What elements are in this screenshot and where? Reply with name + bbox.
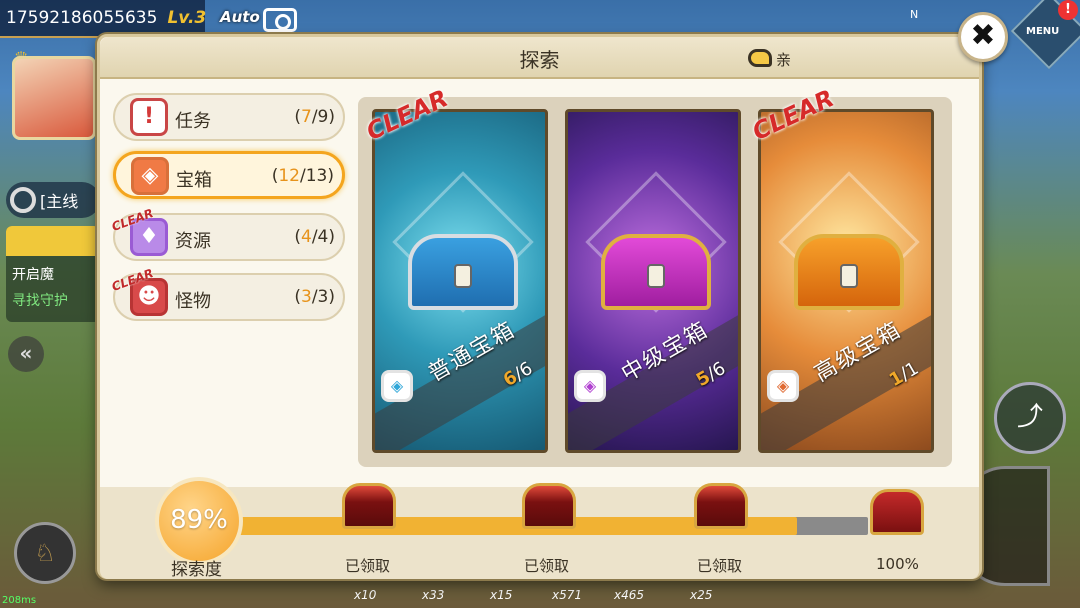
tab-count: (12/13) bbox=[271, 166, 334, 186]
cube-badge-icon: ◈ bbox=[767, 370, 799, 402]
cube-badge-icon: ◈ bbox=[381, 370, 413, 402]
closed-chest-icon bbox=[870, 489, 924, 535]
milestone-chest[interactable] bbox=[690, 483, 750, 545]
tab-done: 12 bbox=[278, 166, 300, 186]
hotbar: x10 x33 x15 x571 x465 x25 bbox=[330, 586, 850, 608]
milestone-label: 已领取 bbox=[345, 557, 391, 575]
purple-chest-icon bbox=[601, 234, 711, 310]
tab-count: (4/4) bbox=[294, 227, 335, 247]
ping-readout: 208ms bbox=[2, 595, 37, 606]
milestone-label: 100% bbox=[876, 555, 919, 573]
blue-chest-icon bbox=[408, 234, 518, 310]
progress-label: 探索度 bbox=[171, 560, 222, 580]
dialog-title: 探索 bbox=[519, 48, 560, 72]
quest-ring-icon bbox=[10, 187, 36, 213]
camera-icon[interactable] bbox=[263, 8, 297, 32]
milestone-label: 已领取 bbox=[524, 557, 570, 575]
progress-percent: 89% bbox=[155, 477, 243, 565]
tab-total: /4) bbox=[311, 227, 335, 247]
explore-dialog: 探索 亲 ! 任务 (7/9) ◈ 宝箱 (12/13) ♦ CLEAR 资源 … bbox=[97, 34, 982, 580]
milestone-chest[interactable] bbox=[866, 483, 926, 545]
chest-card-medium[interactable]: 中级宝箱 5/6 ◈ bbox=[565, 109, 741, 453]
collapse-arrows-icon[interactable]: « bbox=[8, 336, 44, 372]
exclamation-icon: ! bbox=[130, 98, 168, 136]
open-chest-icon bbox=[342, 483, 396, 529]
quest-tag[interactable]: [主线 bbox=[6, 182, 100, 218]
compass-north: N bbox=[910, 8, 919, 21]
chest-card-common[interactable]: 普通宝箱 6/6 ◈ bbox=[372, 109, 548, 453]
chest-cards-area: 普通宝箱 6/6 ◈ 中级宝箱 5/6 ◈ 高级宝箱 1/1 ◈ CLEAR C… bbox=[358, 84, 952, 467]
hotbar-count: x465 bbox=[614, 588, 645, 602]
auto-button[interactable]: Auto bbox=[220, 8, 260, 26]
jump-button[interactable]: ⤴ bbox=[994, 382, 1066, 454]
milestone-chest[interactable] bbox=[338, 483, 398, 545]
avatar[interactable] bbox=[12, 56, 96, 140]
tab-monsters[interactable]: ☻ CLEAR 怪物 (3/3) bbox=[110, 266, 345, 321]
tab-total: /3) bbox=[311, 287, 335, 307]
hotbar-count: x33 bbox=[422, 588, 445, 602]
hotbar-count: x10 bbox=[354, 588, 377, 602]
tab-label: 怪物 bbox=[175, 291, 211, 312]
tab-done: 3 bbox=[300, 287, 312, 307]
tab-done: 4 bbox=[300, 227, 312, 247]
tab-quests[interactable]: ! 任务 (7/9) bbox=[113, 93, 345, 141]
open-chest-icon bbox=[522, 483, 576, 529]
hotbar-count: x571 bbox=[552, 588, 583, 602]
player-level: Lv.3 bbox=[167, 8, 207, 28]
pet-icon[interactable]: ♘ bbox=[14, 522, 76, 584]
hotbar-count: x25 bbox=[690, 588, 713, 602]
menu-alert-badge: ! bbox=[1058, 0, 1078, 20]
quest-panel[interactable]: 开启魔 寻找守护 bbox=[6, 226, 100, 322]
player-id: 17592186055635 bbox=[6, 8, 158, 28]
open-chest-icon bbox=[694, 483, 748, 529]
tab-count: (7/9) bbox=[294, 107, 335, 127]
quest-tag-label: [主线 bbox=[40, 192, 79, 211]
hint-text[interactable]: 亲 bbox=[776, 49, 791, 70]
menu-label: MENU bbox=[1026, 26, 1060, 37]
player-id-bar: 17592186055635 Lv.3 bbox=[0, 0, 207, 38]
close-button[interactable]: ✖ bbox=[958, 12, 1008, 62]
tab-chests[interactable]: ◈ 宝箱 (12/13) bbox=[113, 151, 345, 199]
orange-chest-icon bbox=[794, 234, 904, 310]
tab-label: 资源 bbox=[175, 231, 211, 252]
chest-cube-icon: ◈ bbox=[131, 157, 169, 195]
tab-total: /13) bbox=[300, 166, 334, 186]
tab-done: 7 bbox=[300, 107, 312, 127]
tab-resources[interactable]: ♦ CLEAR 资源 (4/4) bbox=[110, 206, 345, 261]
tab-total: /9) bbox=[311, 107, 335, 127]
exploration-progress: 已领取 已领取 已领取 100% 89% 探索度 bbox=[100, 477, 979, 580]
dialog-header: 探索 亲 bbox=[100, 37, 979, 79]
tab-label: 任务 bbox=[175, 111, 211, 132]
chest-card-advanced[interactable]: 高级宝箱 1/1 ◈ bbox=[758, 109, 934, 453]
quest-line-1: 开启魔 bbox=[12, 267, 54, 283]
milestone-chest[interactable] bbox=[518, 483, 578, 545]
hint-bubble-icon[interactable] bbox=[748, 49, 772, 67]
milestone-label: 已领取 bbox=[697, 557, 743, 575]
hotbar-count: x15 bbox=[490, 588, 513, 602]
tab-count: (3/3) bbox=[294, 287, 335, 307]
quest-line-2: 寻找守护 bbox=[12, 293, 68, 309]
cube-badge-icon: ◈ bbox=[574, 370, 606, 402]
tab-label: 宝箱 bbox=[176, 170, 212, 191]
